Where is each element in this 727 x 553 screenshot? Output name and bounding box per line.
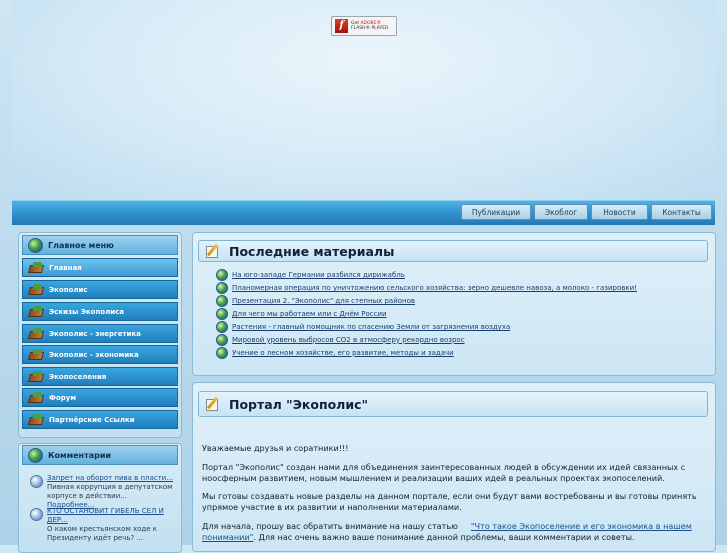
menu-item-label: Партнёрские Ссылки <box>49 415 135 424</box>
get-flash-player-badge[interactable]: f Get ADOBE® FLASH® PLAYER <box>331 16 397 36</box>
comment-text: Пивная коррупция в депутатском корпусе в… <box>47 483 173 500</box>
globe-icon <box>216 308 228 321</box>
menu-item-label: Экополис - экономика <box>49 350 139 359</box>
book-icon <box>29 392 43 403</box>
latest-materials-title: Последние материалы <box>229 243 395 259</box>
article-text: Для начала, прошу вас обратить внимание … <box>202 520 458 531</box>
latest-item[interactable]: Учение о лесном хозяйстве, его развитие,… <box>216 346 706 359</box>
book-icon <box>29 371 43 382</box>
menu-item-label: Экополис <box>49 285 88 294</box>
article-paragraph: Портал "Экополис" создан нами для объеди… <box>202 461 686 483</box>
menu-item-forum[interactable]: Форум <box>22 388 178 407</box>
comment-text: О каком крестьянском ходе к Президенту и… <box>47 525 157 542</box>
menu-item-partner-links[interactable]: Партнёрские Ссылки <box>22 410 178 429</box>
comment-link[interactable]: КТО ОСТАНОВИТ ГИБЕЛЬ СЕЛ И ДЕР... <box>47 507 164 524</box>
menu-item-label: Экопоселения <box>49 372 107 381</box>
latest-materials-header: Последние материалы <box>198 240 708 262</box>
latest-item-link[interactable]: Растения - главный помощник по спасению … <box>232 323 510 331</box>
latest-item[interactable]: Растения - главный помощник по спасению … <box>216 321 706 334</box>
globe-icon <box>216 282 228 295</box>
article-paragraph: Для начала, прошу вас обратить внимание … <box>202 521 707 543</box>
menu-item-label: Эскизы Экополиса <box>49 307 125 316</box>
globe-icon <box>28 237 43 253</box>
latest-item-link[interactable]: Презентация 2. "Экополис" для степных ра… <box>232 297 415 305</box>
globe-icon <box>216 295 228 308</box>
book-icon <box>29 349 43 360</box>
globe-icon <box>28 447 43 463</box>
menu-item-label: Экополис - энергетика <box>49 329 141 338</box>
book-icon <box>29 328 43 339</box>
menu-item-energy[interactable]: Экополис - энергетика <box>22 324 178 343</box>
menu-item-sketches[interactable]: Эскизы Экополиса <box>22 302 178 321</box>
comment-link[interactable]: Запрет на оборот пива в пласти... <box>47 474 173 482</box>
comment-icon <box>30 508 43 521</box>
nav-ecoblog[interactable]: Экоблог <box>534 204 588 220</box>
book-icon <box>29 262 43 273</box>
globe-icon <box>216 321 228 333</box>
book-icon <box>29 284 43 295</box>
flash-badge-text: Get ADOBE® FLASH® PLAYER <box>351 21 388 31</box>
flash-line2: FLASH® PLAYER <box>351 26 389 31</box>
latest-materials-list: На юго-западе Германии разбился дирижабл… <box>216 269 706 359</box>
nav-news[interactable]: Новости <box>591 204 648 220</box>
menu-item-label: Главная <box>49 263 82 272</box>
latest-item-link[interactable]: Для чего мы работаем или с Днём России <box>232 310 387 318</box>
menu-item-ecopolis[interactable]: Экополис <box>22 280 178 299</box>
pencil-note-icon <box>205 243 221 259</box>
comments-title: Комментарии <box>48 450 112 460</box>
comments-header: Комментарии <box>22 445 178 465</box>
menu-item-economy[interactable]: Экополис - экономика <box>22 345 178 364</box>
main-menu-title: Главное меню <box>48 240 114 250</box>
comment-item: КТО ОСТАНОВИТ ГИБЕЛЬ СЕЛ И ДЕР... О како… <box>30 507 176 543</box>
book-icon <box>29 414 43 425</box>
portal-article-header: Портал "Экополис" <box>198 391 708 417</box>
main-menu-header: Главное меню <box>22 235 178 255</box>
latest-item-link[interactable]: Мировой уровень выбросов CO2 в атмосферу… <box>232 336 465 344</box>
latest-item[interactable]: Для чего мы работаем или с Днём России <box>216 308 706 321</box>
latest-item[interactable]: Презентация 2. "Экополис" для степных ра… <box>216 295 706 308</box>
nav-contacts[interactable]: Контакты <box>651 204 712 220</box>
nav-publications[interactable]: Публикации <box>461 204 531 220</box>
latest-item[interactable]: На юго-западе Германии разбился дирижабл… <box>216 269 706 282</box>
portal-article-body: Уважаемые друзья и соратники!!! Портал "… <box>202 443 707 550</box>
comment-icon <box>30 475 43 488</box>
portal-article-title: Портал "Экополис" <box>229 396 369 412</box>
article-paragraph: Уважаемые друзья и соратники!!! <box>202 443 349 453</box>
article-text: . Для нас очень важно ваше понимание дан… <box>253 531 635 542</box>
menu-item-home[interactable]: Главная <box>22 258 178 277</box>
menu-item-ecosettlements[interactable]: Экопоселения <box>22 367 178 386</box>
globe-icon <box>216 269 228 282</box>
comment-item: Запрет на оборот пива в пласти... Пивная… <box>30 474 176 510</box>
latest-item-link[interactable]: Планомерная операция по уничтожению сель… <box>232 284 637 292</box>
book-icon <box>29 306 43 317</box>
pencil-note-icon <box>205 396 221 412</box>
latest-item-link[interactable]: Учение о лесном хозяйстве, его развитие,… <box>232 349 454 357</box>
flash-icon: f <box>335 19 348 33</box>
menu-item-label: Форум <box>49 393 77 402</box>
globe-icon <box>216 346 228 359</box>
latest-item-link[interactable]: На юго-западе Германии разбился дирижабл… <box>232 271 405 279</box>
article-paragraph: Мы готовы создавать новые разделы на дан… <box>202 491 697 512</box>
globe-icon <box>216 333 228 346</box>
latest-item[interactable]: Планомерная операция по уничтожению сель… <box>216 282 706 295</box>
latest-item[interactable]: Мировой уровень выбросов CO2 в атмосферу… <box>216 333 706 346</box>
